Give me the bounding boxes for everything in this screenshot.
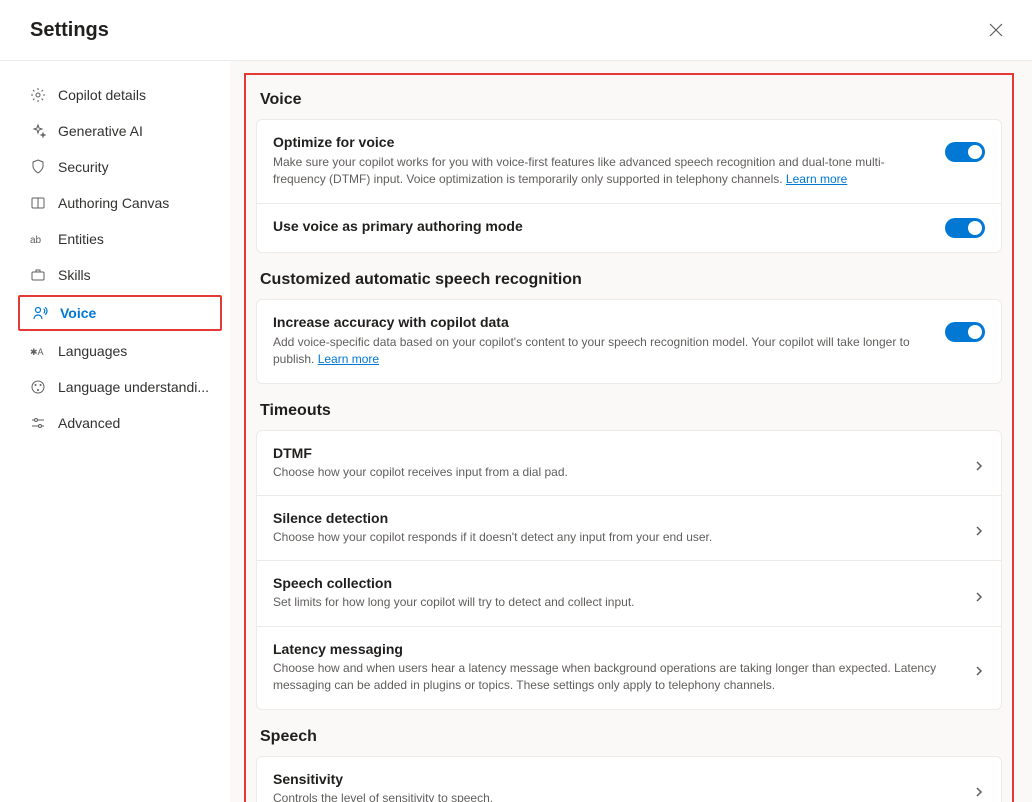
canvas-icon [30, 195, 46, 211]
optimize-title: Optimize for voice [273, 134, 929, 150]
section-title-voice: Voice [260, 91, 1000, 109]
sidebar-item-label: Advanced [58, 415, 120, 431]
svg-text:✱A: ✱A [30, 347, 44, 357]
accuracy-learn-more-link[interactable]: Learn more [318, 352, 379, 366]
primary-authoring-row: Use voice as primary authoring mode [257, 203, 1001, 252]
speechcol-desc: Set limits for how long your copilot wil… [273, 594, 957, 611]
sidebar-item-advanced[interactable]: Advanced [18, 407, 222, 439]
casr-card: Increase accuracy with copilot data Add … [256, 299, 1002, 384]
accuracy-desc: Add voice-specific data based on your co… [273, 334, 929, 369]
voice-icon [32, 305, 48, 321]
sensitivity-desc: Controls the level of sensitivity to spe… [273, 790, 957, 802]
latency-desc: Choose how and when users hear a latency… [273, 660, 957, 695]
timeout-row-dtmf[interactable]: DTMF Choose how your copilot receives in… [257, 431, 1001, 495]
silence-desc: Choose how your copilot responds if it d… [273, 529, 957, 546]
sensitivity-title: Sensitivity [273, 771, 957, 787]
sidebar-item-label: Voice [60, 305, 96, 321]
sidebar-item-security[interactable]: Security [18, 151, 222, 183]
sidebar-item-label: Security [58, 159, 109, 175]
speech-card: Sensitivity Controls the level of sensit… [256, 756, 1002, 802]
optimize-toggle[interactable] [945, 142, 985, 162]
optimize-for-voice-row: Optimize for voice Make sure your copilo… [257, 120, 1001, 203]
skills-icon [30, 267, 46, 283]
sidebar-item-label: Skills [58, 267, 91, 283]
sidebar-item-label: Languages [58, 343, 127, 359]
sidebar-item-label: Language understandi... [58, 379, 209, 395]
chevron-right-icon [973, 525, 985, 537]
sidebar-item-entities[interactable]: ab Entities [18, 223, 222, 255]
shield-icon [30, 159, 46, 175]
sidebar-item-skills[interactable]: Skills [18, 259, 222, 291]
optimize-learn-more-link[interactable]: Learn more [786, 172, 847, 186]
section-title-timeouts: Timeouts [260, 402, 1000, 420]
sidebar-nav: Copilot details Generative AI Security A… [0, 61, 230, 802]
main-content: Voice Optimize for voice Make sure your … [230, 61, 1032, 802]
latency-title: Latency messaging [273, 641, 957, 657]
primary-title: Use voice as primary authoring mode [273, 218, 929, 234]
dtmf-desc: Choose how your copilot receives input f… [273, 464, 957, 481]
accuracy-toggle[interactable] [945, 322, 985, 342]
timeout-row-silence[interactable]: Silence detection Choose how your copilo… [257, 495, 1001, 560]
chevron-right-icon [973, 460, 985, 472]
entities-icon: ab [30, 231, 46, 247]
sidebar-item-label: Authoring Canvas [58, 195, 169, 211]
accuracy-title: Increase accuracy with copilot data [273, 314, 929, 330]
section-title-casr: Customized automatic speech recognition [260, 271, 1000, 289]
sidebar-item-voice[interactable]: Voice [18, 295, 222, 331]
sidebar-item-authoring-canvas[interactable]: Authoring Canvas [18, 187, 222, 219]
speech-row-sensitivity[interactable]: Sensitivity Controls the level of sensit… [257, 757, 1001, 802]
voice-card: Optimize for voice Make sure your copilo… [256, 119, 1002, 253]
dtmf-title: DTMF [273, 445, 957, 461]
silence-title: Silence detection [273, 510, 957, 526]
sidebar-item-label: Generative AI [58, 123, 143, 139]
gear-icon [30, 87, 46, 103]
page-title: Settings [30, 19, 109, 42]
timeout-row-speech-collection[interactable]: Speech collection Set limits for how lon… [257, 560, 1001, 625]
chevron-right-icon [973, 591, 985, 603]
sidebar-item-generative-ai[interactable]: Generative AI [18, 115, 222, 147]
accuracy-row: Increase accuracy with copilot data Add … [257, 300, 1001, 383]
sidebar-item-language-understanding[interactable]: Language understandi... [18, 371, 222, 403]
timeout-row-latency[interactable]: Latency messaging Choose how and when us… [257, 626, 1001, 709]
languages-icon: ✱A [30, 343, 46, 359]
section-title-speech: Speech [260, 728, 1000, 746]
close-button[interactable] [984, 18, 1008, 42]
chevron-right-icon [973, 786, 985, 798]
highlight-box: Voice Optimize for voice Make sure your … [244, 73, 1014, 802]
timeouts-card: DTMF Choose how your copilot receives in… [256, 430, 1002, 710]
header: Settings [0, 0, 1032, 61]
speechcol-title: Speech collection [273, 575, 957, 591]
close-icon [989, 23, 1003, 37]
sidebar-item-copilot-details[interactable]: Copilot details [18, 79, 222, 111]
sparkle-icon [30, 123, 46, 139]
sliders-icon [30, 415, 46, 431]
sidebar-item-languages[interactable]: ✱A Languages [18, 335, 222, 367]
svg-text:ab: ab [30, 235, 42, 246]
chevron-right-icon [973, 665, 985, 677]
brain-icon [30, 379, 46, 395]
primary-toggle[interactable] [945, 218, 985, 238]
sidebar-item-label: Entities [58, 231, 104, 247]
optimize-desc: Make sure your copilot works for you wit… [273, 154, 929, 189]
sidebar-item-label: Copilot details [58, 87, 146, 103]
